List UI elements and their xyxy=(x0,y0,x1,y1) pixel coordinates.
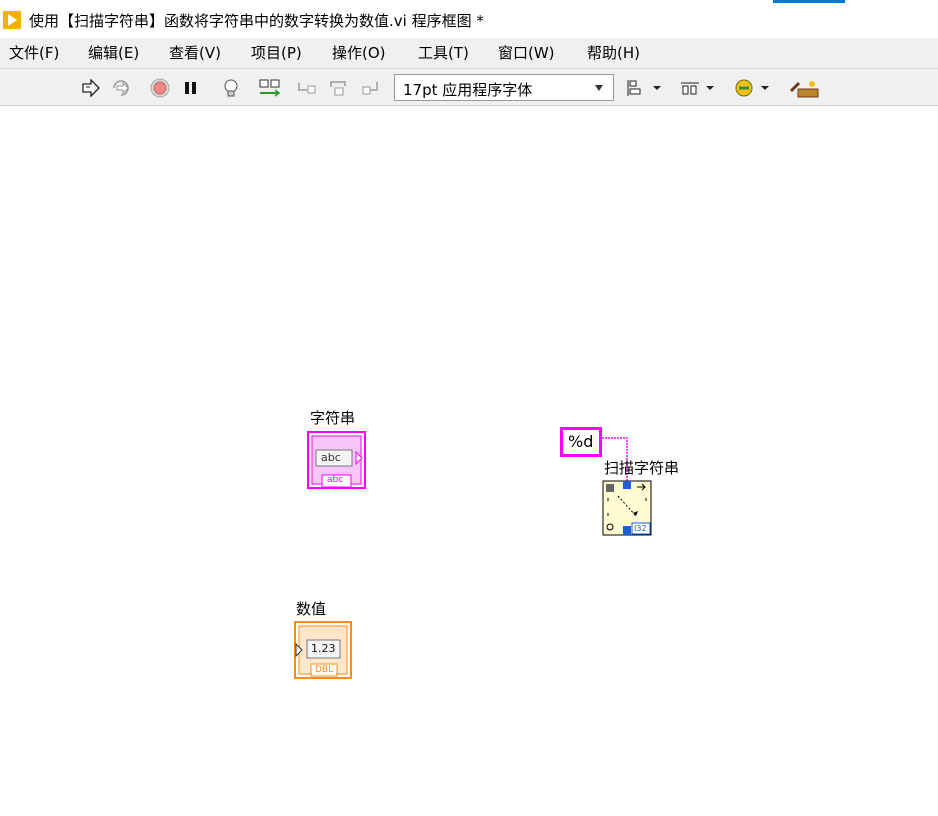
retain-wire-values-icon[interactable] xyxy=(258,77,281,99)
step-out-icon[interactable] xyxy=(360,77,382,99)
menu-edit[interactable]: 编辑(E) xyxy=(88,42,139,63)
menu-tools[interactable]: 工具(T) xyxy=(418,42,469,63)
reorder-icon[interactable] xyxy=(733,77,773,99)
menu-view[interactable]: 查看(V) xyxy=(169,42,221,63)
string-control-display: abc xyxy=(321,451,341,464)
menu-help[interactable]: 帮助(H) xyxy=(587,42,640,63)
chevron-down-icon xyxy=(595,85,603,91)
distribute-objects-icon[interactable] xyxy=(678,77,716,99)
pause-icon[interactable] xyxy=(180,77,202,99)
numeric-indicator-terminal[interactable]: 1.23 DBL xyxy=(294,621,352,679)
format-string-constant[interactable]: %d xyxy=(560,427,602,457)
font-select-value: 17pt 应用程序字体 xyxy=(403,81,533,99)
toolbar: 17pt 应用程序字体 xyxy=(0,68,938,106)
title-bar: 使用【扫描字符串】函数将字符串中的数字转换为数值.vi 程序框图 * xyxy=(0,0,938,38)
numeric-indicator-label: 数值 xyxy=(296,600,327,618)
format-string-value: %d xyxy=(568,432,594,451)
numeric-indicator-display: 1.23 xyxy=(311,642,336,655)
labview-logo-icon xyxy=(3,11,21,29)
abort-execution-icon[interactable] xyxy=(149,77,171,99)
block-diagram[interactable] xyxy=(0,106,938,816)
menu-file[interactable]: 文件(F) xyxy=(9,42,59,63)
window-title: 使用【扫描字符串】函数将字符串中的数字转换为数值.vi 程序框图 * xyxy=(29,12,484,30)
string-control-label: 字符串 xyxy=(310,409,356,427)
menu-bar: 文件(F) 编辑(E) 查看(V) 项目(P) 操作(O) 工具(T) 窗口(W… xyxy=(0,38,938,68)
run-arrow-icon[interactable] xyxy=(80,77,102,99)
clean-up-diagram-icon[interactable] xyxy=(788,77,822,99)
step-into-icon[interactable] xyxy=(296,77,318,99)
menu-window[interactable]: 窗口(W) xyxy=(498,42,555,63)
font-select[interactable]: 17pt 应用程序字体 xyxy=(394,74,614,101)
run-continuously-icon[interactable] xyxy=(110,77,132,99)
scan-string-label: 扫描字符串 xyxy=(604,459,680,477)
string-control-terminal[interactable]: abc abc xyxy=(307,431,366,489)
i32-type-tag: I32 xyxy=(634,524,647,533)
step-over-icon[interactable] xyxy=(328,77,350,99)
highlight-execution-icon[interactable] xyxy=(220,77,242,99)
string-type-tag: abc xyxy=(327,475,344,485)
align-objects-icon[interactable] xyxy=(625,77,663,99)
scan-string-function[interactable]: I32 xyxy=(602,480,652,536)
window-accent-strip xyxy=(773,0,845,3)
menu-project[interactable]: 项目(P) xyxy=(251,42,302,63)
dbl-type-tag: DBL xyxy=(315,665,334,675)
menu-operate[interactable]: 操作(O) xyxy=(332,42,386,63)
